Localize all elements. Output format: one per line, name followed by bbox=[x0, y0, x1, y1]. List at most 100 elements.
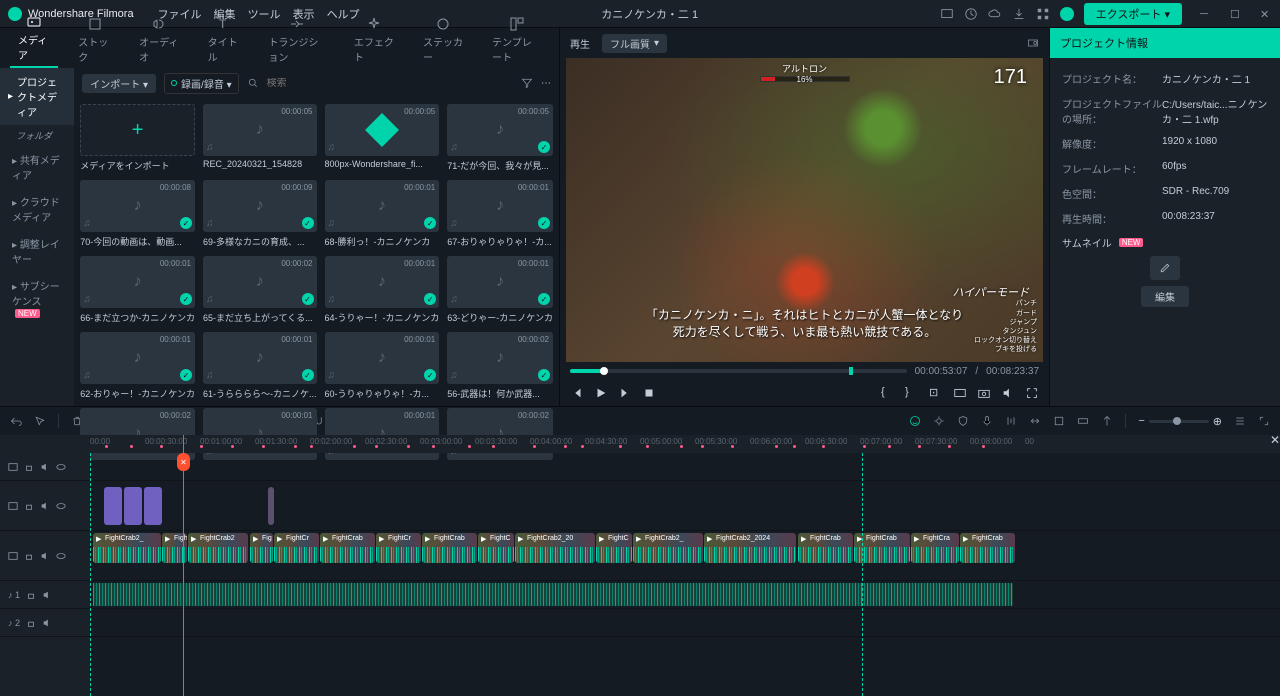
eye-icon[interactable] bbox=[56, 551, 66, 561]
media-thumb[interactable]: 00:00:01♪♫✓66-まだ立つか-カニノケンカ bbox=[80, 256, 195, 324]
mute-icon[interactable] bbox=[42, 618, 52, 628]
media-thumb[interactable]: 00:00:01♪♫✓63-どりゃー-カニノケンカ bbox=[447, 256, 553, 324]
record-dropdown[interactable]: 録画/録音 ▾ bbox=[164, 73, 239, 94]
minimize-button[interactable]: ─ bbox=[1200, 8, 1212, 20]
track-header-audio1[interactable]: ♪ 1 bbox=[0, 581, 90, 609]
lock-icon[interactable] bbox=[26, 590, 36, 600]
sidebar-shared-media[interactable]: ▸ 共有メディア bbox=[0, 146, 74, 188]
lock-icon[interactable] bbox=[24, 501, 34, 511]
edit-button[interactable]: 編集 bbox=[1141, 286, 1189, 307]
mute-icon[interactable] bbox=[40, 501, 50, 511]
mic-icon[interactable] bbox=[981, 415, 993, 427]
fullscreen-icon[interactable] bbox=[1025, 386, 1039, 400]
broll-clip[interactable] bbox=[104, 487, 122, 525]
tab-effects[interactable]: エフェクト bbox=[346, 12, 403, 68]
audio-clip[interactable] bbox=[93, 583, 1013, 606]
device-icon[interactable] bbox=[940, 7, 954, 21]
timeline-ruler[interactable]: ✕ 00:0000:00:30:0000:01:00:0000:01:30:00… bbox=[90, 435, 1280, 453]
tab-stickers[interactable]: ステッカー bbox=[415, 12, 472, 68]
video-clip[interactable]: FightCrab bbox=[320, 533, 375, 563]
media-thumb[interactable]: 00:00:05♪♫REC_20240321_154828 bbox=[203, 104, 317, 172]
tab-transitions[interactable]: トランジション bbox=[260, 12, 333, 68]
snap-icon[interactable] bbox=[1101, 415, 1113, 427]
playhead-handle[interactable]: ✕ bbox=[177, 453, 190, 471]
media-thumb[interactable]: 00:00:01♪♫✓60-うりゃりゃりゃ！-カ... bbox=[325, 332, 440, 400]
more-icon[interactable]: ⋯ bbox=[541, 78, 551, 89]
render-icon[interactable] bbox=[1053, 415, 1065, 427]
sidebar-cloud-media[interactable]: ▸ クラウド メディア bbox=[0, 188, 74, 230]
snapshot-icon[interactable] bbox=[1027, 37, 1039, 49]
search-input[interactable] bbox=[267, 78, 347, 89]
media-thumb[interactable]: 00:00:01♪♫✓67-おりゃりゃりゃ！-カ... bbox=[447, 180, 553, 248]
undo-icon[interactable] bbox=[10, 415, 22, 427]
zoom-out-icon[interactable]: − bbox=[1138, 415, 1144, 427]
history-icon[interactable] bbox=[964, 7, 978, 21]
sidebar-project-media[interactable]: ▸ プロジェクトメディア bbox=[0, 68, 74, 125]
preview-viewport[interactable]: アルトロン 16% 171 ハイパーモード 「カニノケンカ・ニ」。それはヒトとカ… bbox=[566, 58, 1043, 362]
video-clip[interactable]: FightCra bbox=[911, 533, 959, 563]
track-audio1[interactable] bbox=[90, 581, 1280, 609]
eye-icon[interactable] bbox=[56, 501, 66, 511]
lock-icon[interactable] bbox=[26, 618, 36, 628]
video-clip[interactable]: FightCrab2_ bbox=[633, 533, 703, 563]
track-broll[interactable] bbox=[90, 481, 1280, 531]
media-thumb[interactable]: 00:00:02♪♫✓56-武器は！何か武器... bbox=[447, 332, 553, 400]
video-clip[interactable]: FightCrab bbox=[960, 533, 1015, 563]
mute-icon[interactable] bbox=[40, 462, 50, 472]
video-clip[interactable]: FightCrab2_20 bbox=[515, 533, 595, 563]
playhead[interactable]: ✕ bbox=[183, 435, 184, 696]
filter-icon[interactable] bbox=[521, 77, 533, 89]
list-icon[interactable] bbox=[1234, 415, 1246, 427]
track-header-audio2[interactable]: ♪ 2 bbox=[0, 609, 90, 637]
track-audio2[interactable] bbox=[90, 609, 1280, 637]
close-button[interactable]: ✕ bbox=[1260, 8, 1272, 20]
broll-clip[interactable] bbox=[144, 487, 162, 525]
close-timeline-icon[interactable]: ✕ bbox=[1270, 435, 1280, 447]
pointer-icon[interactable] bbox=[34, 415, 46, 427]
import-dropdown[interactable]: インポート ▾ bbox=[82, 74, 156, 93]
sidebar-subsequence[interactable]: ▸ サブシーケンスNEW bbox=[0, 272, 74, 325]
maximize-button[interactable]: ☐ bbox=[1230, 8, 1242, 20]
grid-icon[interactable] bbox=[1036, 7, 1050, 21]
lock-icon[interactable] bbox=[24, 462, 34, 472]
video-clip[interactable]: FightCrab bbox=[422, 533, 477, 563]
broll-clip[interactable] bbox=[124, 487, 142, 525]
zoom-in-icon[interactable]: ⊕ bbox=[1213, 415, 1222, 428]
tab-stock[interactable]: ストック bbox=[70, 12, 119, 68]
next-frame-icon[interactable] bbox=[618, 386, 632, 400]
ripple-icon[interactable] bbox=[1029, 415, 1041, 427]
brace-open-icon[interactable]: { bbox=[881, 386, 895, 400]
sidebar-adjustment-layers[interactable]: ▸ 調整レイヤー bbox=[0, 230, 74, 272]
download-icon[interactable] bbox=[1012, 7, 1026, 21]
video-clip[interactable]: FightCr bbox=[274, 533, 319, 563]
eye-icon[interactable] bbox=[56, 462, 66, 472]
user-avatar[interactable] bbox=[1060, 7, 1074, 21]
export-button[interactable]: エクスポート ▾ bbox=[1084, 3, 1182, 25]
video-clip[interactable]: Fig bbox=[250, 533, 273, 563]
mute-icon[interactable] bbox=[42, 590, 52, 600]
play-icon[interactable] bbox=[594, 386, 608, 400]
video-clip[interactable]: FightCr bbox=[376, 533, 421, 563]
media-thumb[interactable]: 00:00:09♪♫✓69-多様なカニの育成、... bbox=[203, 180, 317, 248]
tab-audio[interactable]: オーディオ bbox=[131, 12, 187, 68]
media-thumb[interactable]: 00:00:01♪♫✓68-勝利っ！-カニノケンカ bbox=[325, 180, 440, 248]
media-thumb[interactable]: 00:00:05♪♫✓71-だが今回、我々が見... bbox=[447, 104, 553, 172]
track-header-overlay[interactable] bbox=[0, 453, 90, 481]
media-thumb[interactable]: 00:00:05♫800px-Wondershare_fi... bbox=[325, 104, 440, 172]
camera-icon[interactable] bbox=[977, 386, 991, 400]
video-clip[interactable]: FightC bbox=[478, 533, 514, 563]
shield-icon[interactable] bbox=[957, 415, 969, 427]
track-overlay[interactable] bbox=[90, 453, 1280, 481]
media-thumb[interactable]: 00:00:02♪♫✓65-まだ立ち上がってくる... bbox=[203, 256, 317, 324]
timeline-tracks[interactable]: ✕ 00:0000:00:30:0000:01:00:0000:01:30:00… bbox=[90, 435, 1280, 696]
media-thumb[interactable]: 00:00:01♪♫✓61-うらららら～-カニノケ... bbox=[203, 332, 317, 400]
cloud-icon[interactable] bbox=[988, 7, 1002, 21]
scrub-track[interactable] bbox=[570, 369, 907, 373]
safe-zone-icon[interactable]: ⊡ bbox=[929, 386, 943, 400]
audio-mix-icon[interactable] bbox=[1005, 415, 1017, 427]
stop-icon[interactable] bbox=[642, 386, 656, 400]
video-clip[interactable]: FightCrab2_ bbox=[93, 533, 161, 563]
thumbnail-edit-icon[interactable] bbox=[1150, 256, 1180, 280]
clip-icon[interactable] bbox=[1077, 415, 1089, 427]
fit-icon[interactable] bbox=[1258, 415, 1270, 427]
